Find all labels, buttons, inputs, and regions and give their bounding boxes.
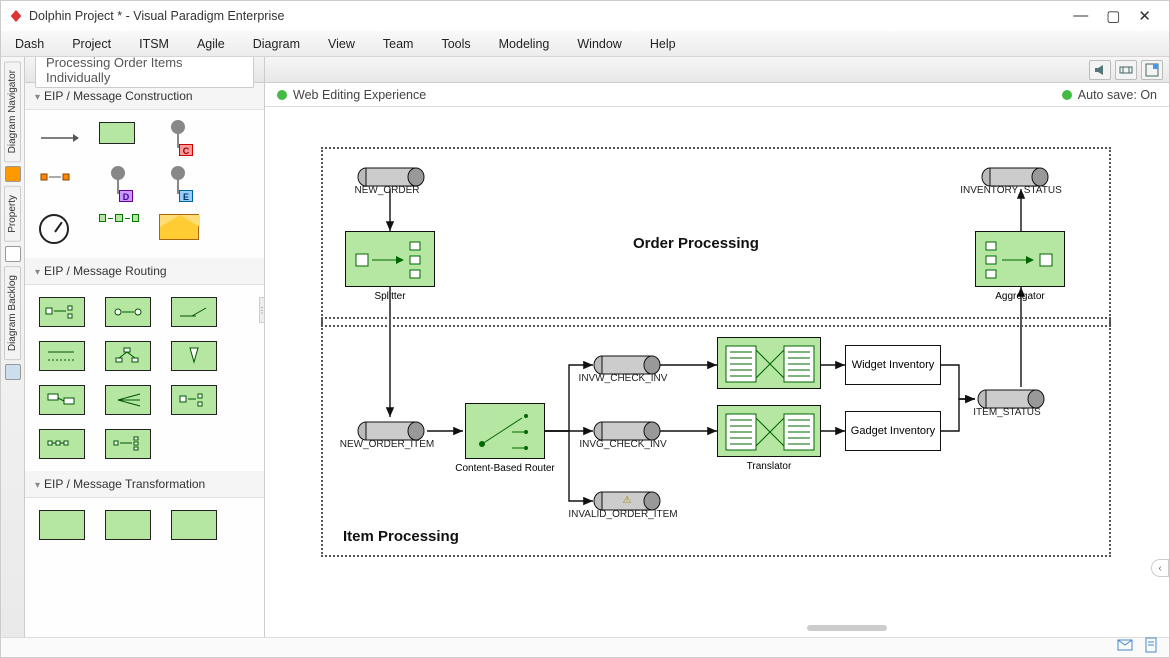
canvas-area: ⋮ Web Editing Experience Auto save: On	[265, 57, 1169, 637]
diagram-canvas[interactable]: Order Processing Item Processing NEW_ORD…	[265, 107, 1169, 637]
palette-trans-3[interactable]	[171, 510, 217, 540]
node-gadget-inventory[interactable]: Gadget Inventory	[845, 411, 941, 451]
node-item-status[interactable]: ITEM_STATUS	[977, 389, 1045, 409]
node-invw[interactable]: INVW_CHECK_INV	[593, 355, 661, 375]
palette-correlation-e[interactable]: E	[159, 168, 199, 200]
rail-tab-backlog[interactable]: Diagram Backlog	[4, 266, 21, 360]
window-min-button[interactable]: —	[1073, 7, 1088, 25]
node-inventory-status[interactable]: INVENTORY_STATUS	[981, 167, 1049, 187]
footer-doc-icon[interactable]	[1143, 637, 1159, 658]
palette-expiration[interactable]	[39, 214, 79, 246]
node-translator-2[interactable]: Translator	[717, 405, 821, 457]
rail-icon-backlog	[5, 364, 21, 380]
rail-tab-property[interactable]: Property	[4, 186, 21, 242]
palette-route-11[interactable]	[105, 429, 151, 459]
status-dot-right	[1062, 90, 1072, 100]
node-translator-1[interactable]	[717, 337, 821, 389]
footer-bar	[1, 637, 1169, 657]
palette-route-9[interactable]	[171, 385, 217, 415]
node-new-order[interactable]: NEW_ORDER	[357, 167, 425, 187]
rail-icon-property	[5, 246, 21, 262]
palette-route-4[interactable]	[39, 341, 85, 371]
menu-modeling[interactable]: Modeling	[499, 37, 550, 51]
menu-bar: Dash Project ITSM Agile Diagram View Tea…	[1, 31, 1169, 57]
palette-message-arrow[interactable]	[39, 122, 79, 154]
palette-route-10[interactable]	[39, 429, 85, 459]
menu-diagram[interactable]: Diagram	[253, 37, 300, 51]
rail-tab-navigator[interactable]: Diagram Navigator	[4, 61, 21, 162]
status-right-label: Auto save: On	[1078, 88, 1157, 102]
palette-route-1[interactable]	[39, 297, 85, 327]
palette-route-6[interactable]	[171, 341, 217, 371]
window-titlebar: Dolphin Project * - Visual Paradigm Ente…	[1, 1, 1169, 31]
menu-window[interactable]: Window	[577, 37, 621, 51]
palette-trans-1[interactable]	[39, 510, 85, 540]
node-invalid[interactable]: ⚠ INVALID_ORDER_ITEM	[593, 491, 661, 511]
palette-command-message[interactable]	[99, 122, 139, 154]
node-new-order-item[interactable]: NEW_ORDER_ITEM	[357, 421, 425, 441]
palette-sequence[interactable]	[99, 214, 139, 246]
window-max-button[interactable]: ▢	[1106, 7, 1120, 25]
palette-route-8[interactable]	[105, 385, 151, 415]
palette-envelope[interactable]	[159, 214, 199, 246]
status-dot-left	[277, 90, 287, 100]
menu-itsm[interactable]: ITSM	[139, 37, 169, 51]
frame-title-order: Order Processing	[633, 235, 759, 252]
toolbar-announce-icon[interactable]	[1089, 60, 1111, 80]
menu-help[interactable]: Help	[650, 37, 676, 51]
palette-correlation-d[interactable]: D	[99, 168, 139, 200]
palette-trans-2[interactable]	[105, 510, 151, 540]
menu-project[interactable]: Project	[72, 37, 111, 51]
node-aggregator[interactable]: Aggregator	[975, 231, 1065, 287]
menu-team[interactable]: Team	[383, 37, 414, 51]
palette-section-transformation[interactable]: EIP / Message Transformation	[25, 471, 264, 498]
menu-dash[interactable]: Dash	[15, 37, 44, 51]
node-invg[interactable]: INVG_CHECK_INV	[593, 421, 661, 441]
editor-status-row: Web Editing Experience Auto save: On	[265, 83, 1169, 107]
window-title: Dolphin Project * - Visual Paradigm Ente…	[29, 9, 1073, 23]
node-content-router[interactable]: Content-Based Router	[465, 403, 545, 459]
frame-title-item: Item Processing	[343, 528, 459, 545]
right-collapse-handle[interactable]: ‹	[1151, 559, 1169, 577]
node-splitter[interactable]: Splitter	[345, 231, 435, 287]
svg-text:⚠: ⚠	[623, 495, 632, 506]
status-left-label: Web Editing Experience	[293, 88, 426, 102]
breadcrumb-item[interactable]: Processing Order Items Individually	[35, 57, 254, 88]
palette-route-2[interactable]	[105, 297, 151, 327]
breadcrumb-bar: Processing Order Items Individually	[25, 57, 264, 83]
footer-mail-icon[interactable]	[1117, 637, 1133, 658]
node-widget-inventory[interactable]: Widget Inventory	[845, 345, 941, 385]
menu-agile[interactable]: Agile	[197, 37, 225, 51]
palette-small-arrow[interactable]	[39, 168, 79, 200]
toolbar-grid-icon[interactable]	[1141, 60, 1163, 80]
palette-section-routing[interactable]: EIP / Message Routing	[25, 258, 264, 285]
palette-route-3[interactable]	[171, 297, 217, 327]
window-close-button[interactable]: ✕	[1138, 7, 1151, 25]
frame-item-processing[interactable]: Item Processing	[321, 317, 1111, 557]
h-scrollbar[interactable]	[545, 625, 1149, 631]
palette-panel: Processing Order Items Individually EIP …	[25, 57, 265, 637]
rail-icon-navigator	[5, 166, 21, 182]
menu-tools[interactable]: Tools	[441, 37, 470, 51]
menu-view[interactable]: View	[328, 37, 355, 51]
palette-route-7[interactable]	[39, 385, 85, 415]
canvas-toolbar	[265, 57, 1169, 83]
palette-correlation-c[interactable]: C	[159, 122, 199, 154]
app-logo-icon	[9, 9, 23, 23]
left-rail: Diagram Navigator Property Diagram Backl…	[1, 57, 25, 637]
palette-route-5[interactable]	[105, 341, 151, 371]
toolbar-fit-icon[interactable]	[1115, 60, 1137, 80]
